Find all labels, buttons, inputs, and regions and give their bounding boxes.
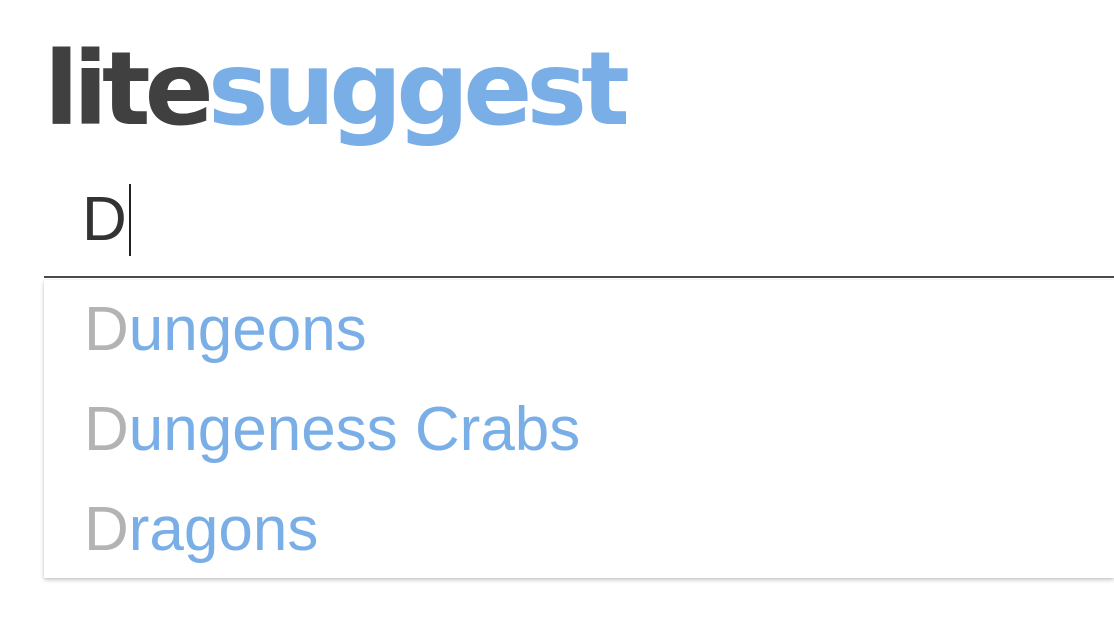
suggestion-match: D [84,295,129,364]
search-input-value: D [82,185,127,254]
suggestion-rest: ungeness Crabs [128,395,581,464]
suggestion-rest: ragons [128,495,319,564]
suggestion-item-dungeness-crabs[interactable]: Dungeness Crabs [44,380,1114,480]
suggestion-match: D [84,395,129,464]
text-caret [128,184,131,256]
logo: litesuggest [44,30,630,150]
suggestion-item-dungeons[interactable]: Dungeons [44,280,1114,380]
logo-suggest: suggest [207,30,630,149]
search-field[interactable]: D [44,170,1114,278]
suggestion-item-dragons[interactable]: Dragons [44,480,1114,580]
suggestion-match: D [84,495,129,564]
search-input[interactable]: D [82,184,131,256]
logo-lite: lite [44,30,214,149]
suggestion-rest: ungeons [128,295,367,364]
page: litesuggest D Dungeons Dungeness Crabs D… [0,0,1114,628]
suggestion-list: Dungeons Dungeness Crabs Dragons [44,280,1114,578]
